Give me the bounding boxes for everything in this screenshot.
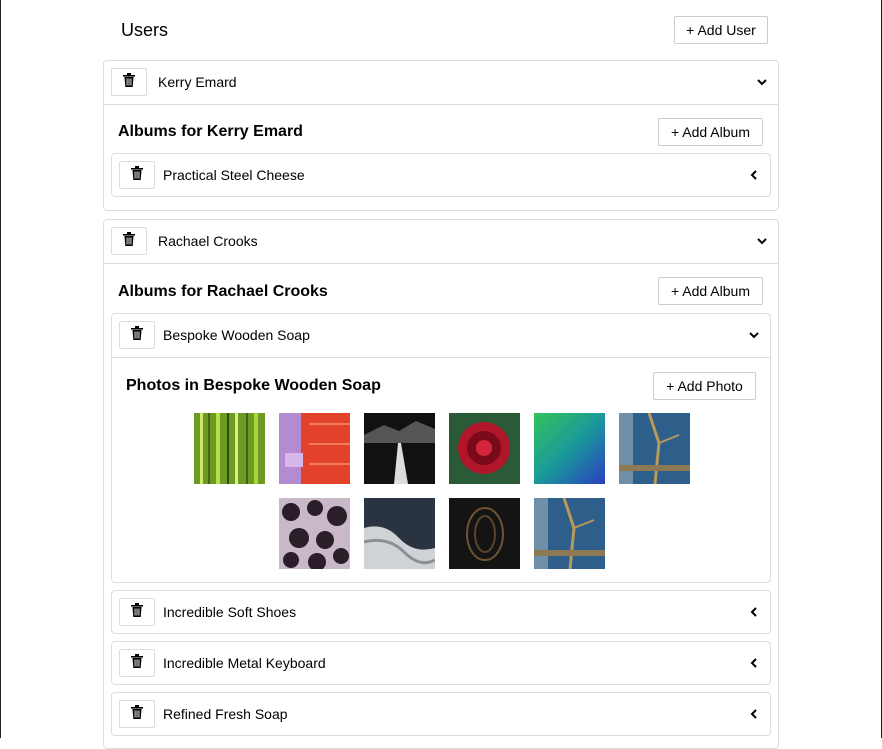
trash-icon — [131, 704, 143, 724]
album-title: Practical Steel Cheese — [163, 167, 305, 183]
user-card: Kerry Emard Albums for Kerry Emard + Add… — [103, 60, 779, 211]
delete-album-button[interactable] — [119, 649, 155, 677]
photo-thumbnail[interactable] — [449, 413, 520, 484]
photo-thumbnail[interactable] — [194, 413, 265, 484]
photo-thumbnail[interactable] — [364, 498, 435, 569]
delete-album-button[interactable] — [119, 161, 155, 189]
delete-user-button[interactable] — [111, 68, 147, 96]
photo-thumbnail[interactable] — [364, 413, 435, 484]
album-row-header[interactable]: Refined Fresh Soap — [112, 693, 770, 736]
user-name: Kerry Emard — [158, 74, 237, 90]
add-album-button[interactable]: + Add Album — [658, 277, 763, 305]
window-border-left — [0, 0, 1, 738]
chevron-left-icon[interactable] — [748, 656, 760, 668]
trash-icon — [131, 325, 143, 345]
album-card: Refined Fresh Soap — [111, 692, 771, 736]
trash-icon — [131, 653, 143, 673]
delete-user-button[interactable] — [111, 227, 147, 255]
photo-thumbnail[interactable] — [534, 498, 605, 569]
page-title: Users — [121, 20, 169, 40]
add-photo-button[interactable]: + Add Photo — [653, 372, 756, 400]
albums-heading: Albums for Rachael Crooks — [118, 283, 328, 300]
trash-icon — [131, 165, 143, 185]
photo-thumbnail[interactable] — [619, 413, 690, 484]
user-name: Rachael Crooks — [158, 233, 258, 249]
album-card: Incredible Metal Keyboard — [111, 641, 771, 685]
chevron-down-icon[interactable] — [748, 328, 760, 340]
chevron-down-icon[interactable] — [756, 234, 768, 246]
chevron-left-icon[interactable] — [748, 707, 760, 719]
photo-thumbnail[interactable] — [449, 498, 520, 569]
album-row-header[interactable]: Incredible Soft Shoes — [112, 591, 770, 634]
album-card: Practical Steel Cheese — [111, 153, 771, 197]
trash-icon — [123, 72, 135, 92]
delete-album-button[interactable] — [119, 700, 155, 728]
album-card: Bespoke Wooden Soap Photos in Bespoke Wo… — [111, 313, 771, 583]
album-title: Incredible Metal Keyboard — [163, 655, 326, 671]
album-title: Bespoke Wooden Soap — [163, 327, 310, 343]
user-card: Rachael Crooks Albums for Rachael Crooks… — [103, 219, 779, 749]
photos-heading: Photos in Bespoke Wooden Soap — [126, 377, 381, 394]
albums-heading: Albums for Kerry Emard — [118, 123, 303, 140]
album-row-header[interactable]: Incredible Metal Keyboard — [112, 642, 770, 685]
chevron-left-icon[interactable] — [748, 605, 760, 617]
delete-album-button[interactable] — [119, 321, 155, 349]
album-title: Refined Fresh Soap — [163, 706, 288, 722]
trash-icon — [131, 602, 143, 622]
album-card: Incredible Soft Shoes — [111, 590, 771, 634]
photo-thumbnail[interactable] — [534, 413, 605, 484]
chevron-down-icon[interactable] — [756, 75, 768, 87]
album-row-header[interactable]: Practical Steel Cheese — [112, 154, 770, 197]
user-row-header[interactable]: Rachael Crooks — [104, 220, 778, 264]
users-header: Users + Add User — [121, 0, 769, 60]
chevron-left-icon[interactable] — [748, 168, 760, 180]
user-row-header[interactable]: Kerry Emard — [104, 61, 778, 105]
album-row-header[interactable]: Bespoke Wooden Soap — [112, 314, 770, 358]
photo-thumbnail[interactable] — [279, 413, 350, 484]
album-title: Incredible Soft Shoes — [163, 604, 297, 620]
trash-icon — [123, 231, 135, 251]
add-user-button[interactable]: + Add User — [674, 16, 768, 44]
photo-thumbnail[interactable] — [279, 498, 350, 569]
add-album-button[interactable]: + Add Album — [658, 118, 763, 146]
delete-album-button[interactable] — [119, 598, 155, 626]
